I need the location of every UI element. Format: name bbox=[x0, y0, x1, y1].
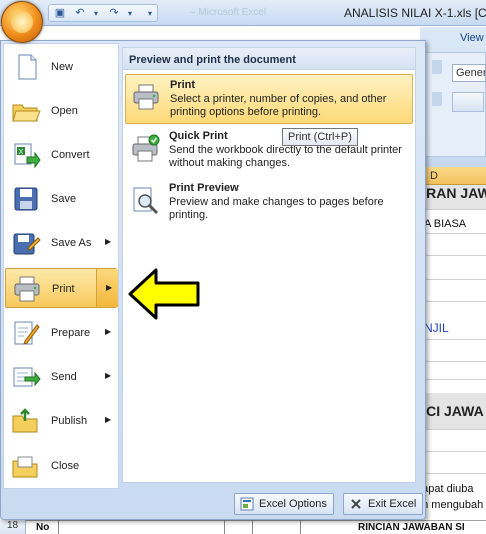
print-preview-icon bbox=[130, 186, 160, 216]
excel-options-icon bbox=[240, 497, 254, 511]
save-as-icon bbox=[11, 229, 41, 257]
menu-item-label: Prepare bbox=[51, 327, 91, 339]
menu-item-label: New bbox=[51, 61, 74, 73]
exit-excel-button[interactable]: Exit Excel bbox=[343, 493, 424, 515]
menu-item-save-as[interactable]: Save As ▶ bbox=[5, 223, 117, 263]
quick-print-icon bbox=[130, 134, 160, 164]
menu-item-label: Publish bbox=[51, 415, 88, 427]
excel-options-label: Excel Options bbox=[259, 498, 327, 510]
menu-item-label: Save bbox=[51, 193, 77, 205]
chevron-right-icon: ▶ bbox=[106, 283, 113, 292]
close-icon bbox=[11, 452, 41, 480]
print-tooltip: Print (Ctrl+P) bbox=[282, 128, 358, 146]
menu-item-label: Close bbox=[51, 460, 80, 472]
option-title: Print Preview bbox=[169, 182, 239, 194]
cell-text[interactable]: ARAN JAW bbox=[416, 185, 486, 201]
save-icon bbox=[11, 185, 41, 213]
menu-item-label: Print bbox=[52, 283, 75, 295]
menu-item-label: Open bbox=[51, 105, 78, 117]
submenu-option-print[interactable]: Print Select a printer, number of copies,… bbox=[125, 74, 413, 124]
excel-options-button[interactable]: Excel Options bbox=[234, 493, 334, 515]
submenu-option-print-preview[interactable]: Print Preview Preview and make changes to… bbox=[125, 178, 413, 228]
menu-item-convert[interactable]: X Convert bbox=[5, 135, 117, 175]
publish-icon bbox=[11, 407, 41, 435]
cell-text[interactable]: NCI JAWA bbox=[416, 403, 484, 419]
grid-line bbox=[224, 520, 225, 534]
office-logo-icon bbox=[11, 11, 33, 33]
open-icon bbox=[11, 97, 41, 125]
menu-item-save[interactable]: Save bbox=[5, 179, 117, 219]
dropdown-icon[interactable]: ▾ bbox=[89, 7, 103, 20]
chevron-right-icon: ▶ bbox=[105, 327, 112, 336]
cell-text[interactable]: an mengubah bbox=[416, 499, 483, 511]
cell-rincian[interactable]: RINCIAN JAWABAN SI bbox=[358, 522, 465, 533]
window-title: ANALISIS NILAI X-1.xls [C bbox=[344, 6, 486, 20]
menu-item-label: Send bbox=[51, 371, 77, 383]
chevron-right-icon: ▶ bbox=[105, 371, 112, 380]
customize-toolbar-icon[interactable]: ▾ bbox=[143, 7, 157, 20]
submenu-title: Preview and print the document bbox=[123, 48, 415, 70]
menu-item-send[interactable]: Send ▶ bbox=[5, 357, 117, 397]
option-title: Print bbox=[170, 79, 196, 91]
menu-item-print[interactable]: Print ▶ bbox=[5, 268, 118, 308]
title-bar: ▣ ↶ ▾ ↷ ▾ ▾ – Microsoft Excel ANALISIS N… bbox=[0, 0, 486, 26]
accounting-format-button[interactable] bbox=[452, 92, 484, 112]
print-icon bbox=[12, 275, 42, 303]
number-format-combo[interactable]: Genera bbox=[452, 64, 486, 82]
quick-access-toolbar: ▣ ↶ ▾ ↷ ▾ ▾ bbox=[48, 4, 158, 22]
faded-window-title: – Microsoft Excel bbox=[190, 7, 267, 18]
print-icon bbox=[131, 83, 161, 113]
menu-item-label: Save As bbox=[51, 237, 92, 249]
ribbon-small-button[interactable] bbox=[432, 92, 442, 106]
new-icon bbox=[11, 53, 41, 81]
undo-icon[interactable]: ↶ bbox=[73, 7, 87, 20]
office-button[interactable] bbox=[1, 1, 43, 43]
menu-item-open[interactable]: Open bbox=[5, 91, 117, 131]
menu-item-label: Convert bbox=[51, 149, 90, 161]
option-description: Preview and make changes to pages before… bbox=[169, 196, 384, 221]
chevron-right-icon: ▶ bbox=[105, 415, 112, 424]
convert-icon: X bbox=[11, 141, 41, 169]
chevron-right-icon: ▶ bbox=[105, 237, 112, 246]
save-icon[interactable]: ▣ bbox=[53, 7, 67, 20]
print-submenu: Preview and print the document Print Sele… bbox=[122, 47, 416, 483]
grid-line bbox=[300, 520, 301, 534]
submenu-option-quick-print[interactable]: Quick Print Send the workbook directly to… bbox=[125, 126, 413, 176]
annotation-arrow-icon bbox=[128, 268, 200, 320]
option-title: Quick Print bbox=[169, 130, 228, 142]
dropdown-icon[interactable]: ▾ bbox=[123, 7, 137, 20]
row-number[interactable]: 18 bbox=[0, 520, 26, 534]
menu-item-prepare[interactable]: Prepare ▶ bbox=[5, 313, 117, 353]
office-menu: New Open X Convert Save Save As ▶ Print ▶ Prepare… bbox=[0, 40, 426, 520]
option-description: Send the workbook directly to the defaul… bbox=[169, 144, 402, 169]
svg-text:X: X bbox=[19, 149, 24, 156]
option-description: Select a printer, number of copies, and … bbox=[170, 93, 387, 118]
close-icon bbox=[351, 499, 361, 509]
menu-item-close[interactable]: Close bbox=[5, 446, 117, 486]
send-icon bbox=[11, 363, 41, 391]
tab-view[interactable]: View bbox=[460, 32, 484, 44]
grid-line bbox=[252, 520, 253, 534]
redo-icon[interactable]: ↷ bbox=[107, 7, 121, 20]
menu-item-new[interactable]: New bbox=[5, 47, 117, 87]
prepare-icon bbox=[11, 319, 41, 347]
exit-excel-label: Exit Excel bbox=[368, 498, 417, 510]
menu-item-publish[interactable]: Publish ▶ bbox=[5, 401, 117, 441]
ribbon-small-button[interactable] bbox=[432, 60, 442, 74]
grid-line bbox=[58, 520, 59, 534]
cell-no[interactable]: No bbox=[36, 522, 49, 533]
